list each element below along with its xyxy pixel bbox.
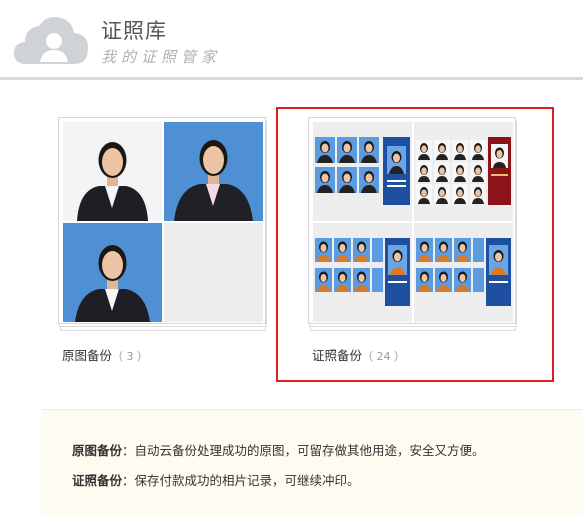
photo-thumbnail [164, 122, 263, 221]
notice-term: 原图备份 [72, 443, 123, 458]
photo-thumbnail [63, 122, 162, 221]
notice-text: ：保存付款成功的相片记录，可继续冲印。 [122, 473, 360, 488]
album-label-text: 原图备份 [62, 348, 113, 363]
cloud-user-logo-icon [14, 17, 88, 64]
album-original-backup[interactable]: 原图备份（ 3 ） [58, 117, 268, 363]
page-title: 证照库 [101, 19, 167, 43]
photo-thumbnail [63, 223, 162, 322]
album-label[interactable]: 原图备份（ 3 ） [62, 345, 148, 364]
page-subtitle: 我的证照管家 [101, 48, 222, 66]
notice-line-original: 原图备份：自动云备份处理成功的原图，可留存做其他用途，安全又方便。 [72, 440, 485, 459]
empty-thumbnail [164, 223, 263, 322]
app-header: 证照库 我的证照管家 [0, 0, 583, 78]
selection-highlight [276, 107, 554, 382]
album-cover [58, 117, 266, 324]
album-count: （ 3 ） [112, 350, 149, 363]
header-divider [0, 77, 583, 80]
notice-text: ：自动云备份处理成功的原图，可留存做其他用途，安全又方便。 [122, 443, 485, 458]
info-notice-panel: 原图备份：自动云备份处理成功的原图，可留存做其他用途，安全又方便。 证照备份：保… [41, 409, 583, 517]
notice-term: 证照备份 [72, 473, 123, 488]
notice-line-id-photo: 证照备份：保存付款成功的相片记录，可继续冲印。 [72, 470, 360, 489]
